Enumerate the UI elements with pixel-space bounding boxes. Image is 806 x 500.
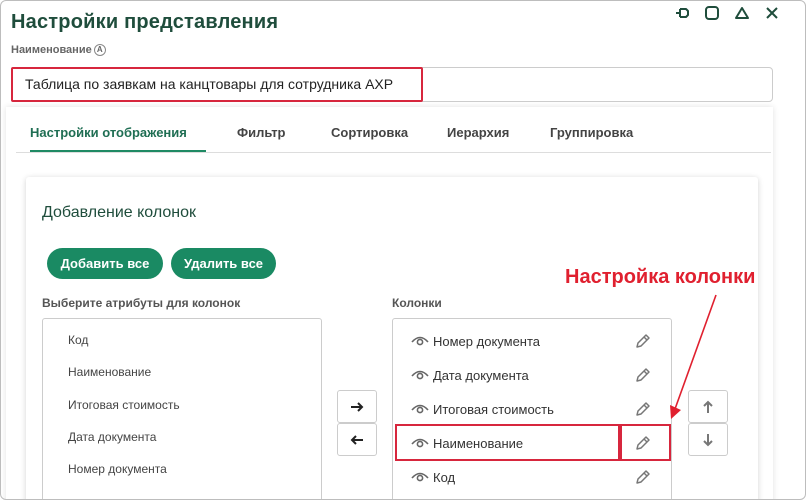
attribute-item[interactable]: Наименование (68, 365, 151, 379)
close-icon[interactable] (763, 4, 781, 22)
pencil-icon[interactable] (633, 331, 653, 351)
tab-display-settings[interactable]: Настройки отображения (30, 113, 206, 152)
annotation-arrow-icon (670, 294, 717, 419)
window-title: Настройки представления (11, 11, 279, 33)
attributes-label: Выберите атрибуты для колонок (42, 296, 241, 310)
annotation-label: Настройка колонки (565, 266, 756, 288)
column-label: Номер документа (433, 333, 541, 349)
tab-sorting[interactable]: Сортировка (331, 113, 421, 152)
column-item[interactable]: Итоговая стоимость (411, 397, 651, 421)
settings-window: Настройки представления Наименование A Т… (0, 0, 806, 500)
highlight-edit-button (620, 424, 671, 461)
pencil-icon[interactable] (633, 467, 653, 487)
maximize-icon[interactable] (703, 4, 721, 22)
tab-hierarchy[interactable]: Иерархия (447, 113, 525, 152)
pin-icon[interactable] (673, 4, 691, 22)
add-column-button[interactable] (337, 390, 377, 423)
eye-icon[interactable] (411, 471, 429, 483)
name-input-value[interactable]: Таблица по заявкам на канцтовары для сот… (11, 67, 423, 102)
arrow-left-icon (350, 434, 363, 445)
arrow-right-icon (351, 401, 364, 412)
remove-column-button[interactable] (337, 423, 377, 456)
remove-all-button[interactable]: Удалить все (171, 248, 276, 279)
attribute-item[interactable]: Код (68, 333, 88, 347)
pencil-icon[interactable] (633, 399, 653, 419)
minimize-icon[interactable] (733, 4, 751, 22)
attribute-item[interactable]: Дата документа (68, 430, 156, 444)
eye-icon[interactable] (411, 369, 429, 381)
highlight-column-name (395, 424, 620, 461)
column-label: Итоговая стоимость (433, 401, 554, 417)
info-icon: A (93, 44, 106, 56)
column-item[interactable]: Номер документа (411, 329, 651, 353)
columns-label: Колонки (392, 296, 442, 310)
attribute-item[interactable]: Итоговая стоимость (68, 398, 180, 412)
arrow-down-icon (703, 433, 713, 446)
tab-filter[interactable]: Фильтр (237, 113, 302, 152)
section-title: Добавление колонок (42, 204, 196, 221)
column-label: Дата документа (433, 367, 529, 383)
column-label: Код (433, 469, 456, 485)
eye-icon[interactable] (411, 403, 429, 415)
pencil-icon[interactable] (633, 365, 653, 385)
eye-icon[interactable] (411, 335, 429, 347)
window-controls (673, 3, 781, 23)
column-item[interactable]: Код (411, 465, 651, 489)
attribute-item[interactable]: Номер документа (68, 462, 167, 476)
tab-grouping[interactable]: Группировка (550, 113, 650, 152)
tab-bar: Настройки отображения Фильтр Сортировка … (16, 113, 771, 153)
column-item[interactable]: Дата документа (411, 363, 651, 387)
name-field-label: Наименование A (11, 44, 106, 56)
move-down-button[interactable] (688, 423, 728, 456)
add-all-button[interactable]: Добавить все (47, 248, 163, 279)
